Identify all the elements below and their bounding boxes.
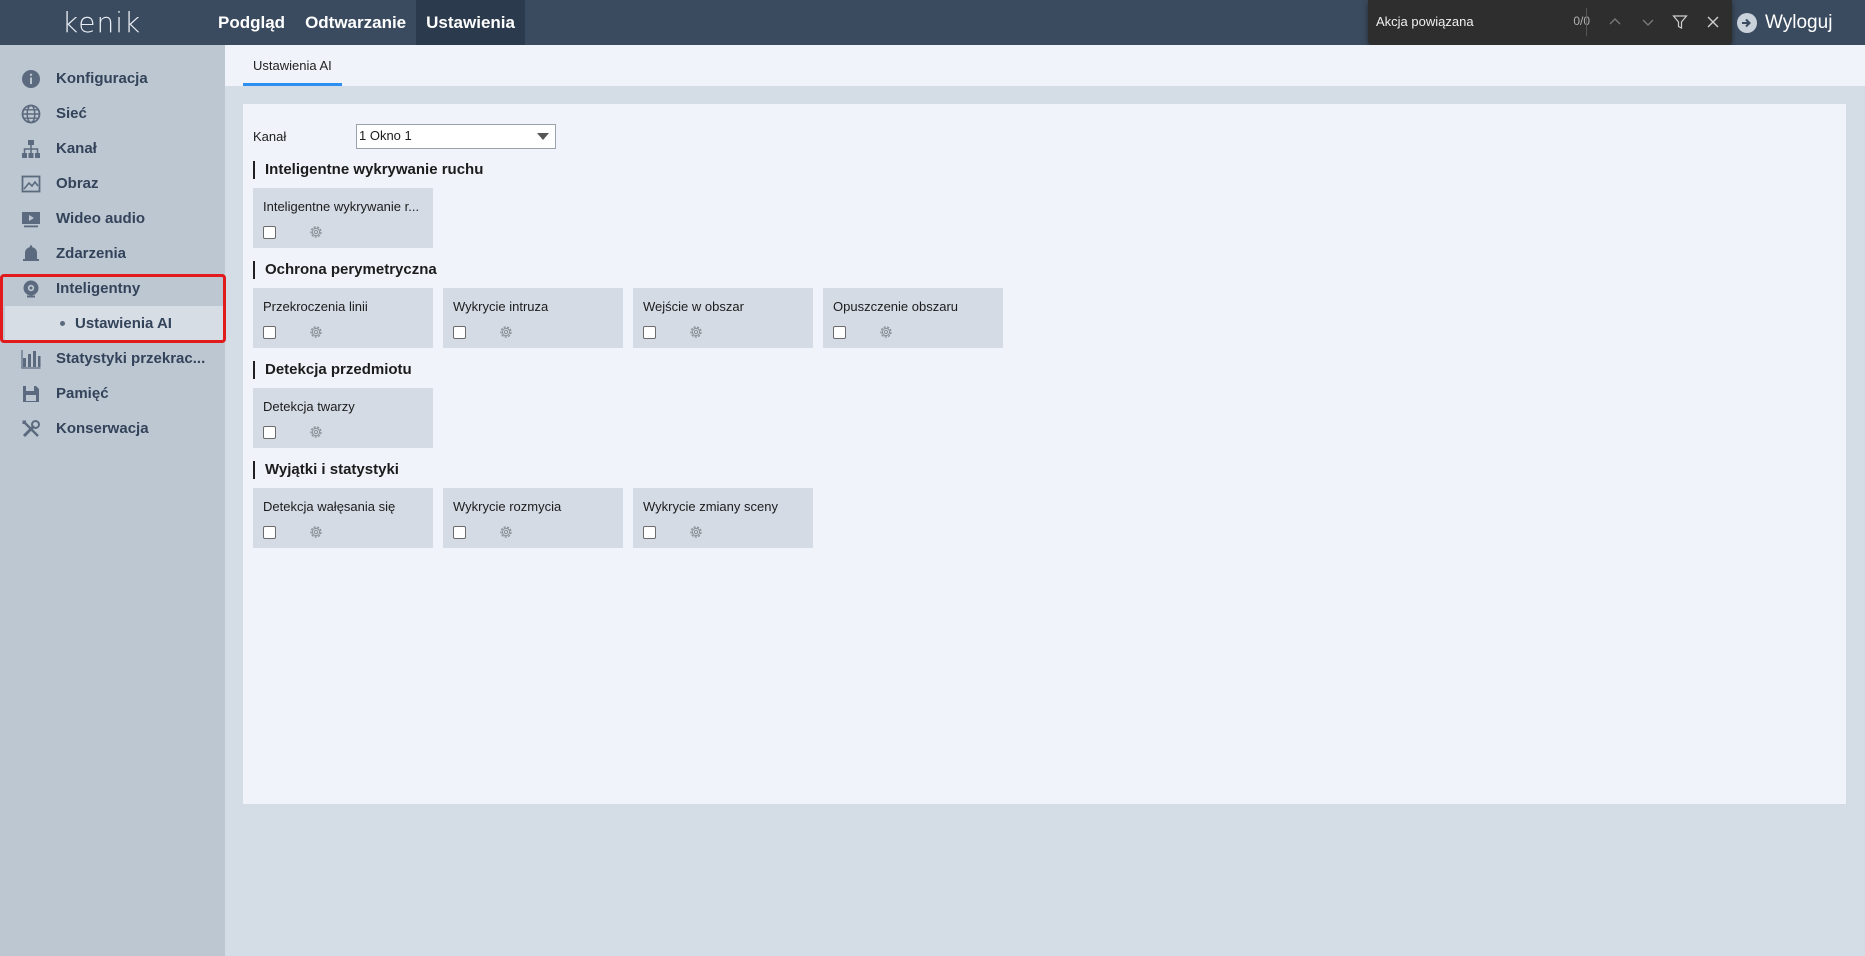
sidebar-item-label: Pamięć xyxy=(56,385,109,402)
logout-button[interactable]: Wyloguj xyxy=(1737,0,1832,45)
nav-ustawienia[interactable]: Ustawienia xyxy=(416,0,525,45)
filter-icon[interactable] xyxy=(1669,11,1691,33)
gear-icon[interactable] xyxy=(308,324,324,340)
section-title-exceptions: Wyjątki i statystyki xyxy=(253,461,399,479)
card-przekroczenia-linii: Przekroczenia linii xyxy=(253,288,433,348)
card-inteligentne-wykrywanie: Inteligentne wykrywanie r... xyxy=(253,188,433,248)
logout-label: Wyloguj xyxy=(1765,11,1833,33)
sidebar-item-konserwacja[interactable]: Konserwacja xyxy=(0,411,225,446)
gear-icon[interactable] xyxy=(878,324,894,340)
card-title: Detekcja twarzy xyxy=(263,399,355,414)
sidebar-item-statystyki[interactable]: Statystyki przekrac... xyxy=(0,341,225,376)
sidebar-item-zdarzenia[interactable]: Zdarzenia xyxy=(0,236,225,271)
highlight-box xyxy=(0,274,226,343)
kanal-select[interactable]: 1 Okno 1 xyxy=(356,124,556,149)
sidebar-item-label: Kanał xyxy=(56,140,97,157)
card-title: Wejście w obszar xyxy=(643,299,744,314)
find-previous-icon[interactable] xyxy=(1604,11,1626,33)
find-match-count: 0/0 xyxy=(1573,14,1590,28)
card-title: Przekroczenia linii xyxy=(263,299,368,314)
find-next-icon[interactable] xyxy=(1637,11,1659,33)
card-wykrycie-rozmycia: Wykrycie rozmycia xyxy=(443,488,623,548)
card-opuszczenie-obszaru: Opuszczenie obszaru xyxy=(823,288,1003,348)
section-title-perimeter: Ochrona perymetryczna xyxy=(253,261,437,279)
close-icon[interactable] xyxy=(1702,11,1724,33)
sidebar-item-label: Zdarzenia xyxy=(56,245,127,262)
nav-podglad[interactable]: Podgląd xyxy=(208,0,295,45)
tab-ustawienia-ai[interactable]: Ustawienia AI xyxy=(243,45,342,86)
enable-checkbox[interactable] xyxy=(833,326,846,339)
logo: kenik xyxy=(62,6,142,39)
card-title: Wykrycie intruza xyxy=(453,299,549,314)
enable-checkbox[interactable] xyxy=(453,526,466,539)
sidebar: Konfiguracja Sieć Kanał Obraz Wideo audi… xyxy=(0,45,225,956)
gear-icon[interactable] xyxy=(308,224,324,240)
card-title: Wykrycie zmiany sceny xyxy=(643,499,778,514)
enable-checkbox[interactable] xyxy=(263,526,276,539)
enable-checkbox[interactable] xyxy=(643,526,656,539)
enable-checkbox[interactable] xyxy=(263,326,276,339)
card-title: Inteligentne wykrywanie r... xyxy=(263,199,420,214)
tab-bar: Ustawienia AI xyxy=(225,45,1865,86)
nav-odtwarzanie[interactable]: Odtwarzanie xyxy=(295,0,416,45)
info-icon xyxy=(21,69,41,89)
sidebar-item-label: Statystyki przekrac... xyxy=(56,350,206,367)
video-icon xyxy=(21,209,41,229)
tools-icon xyxy=(21,419,41,439)
gear-icon[interactable] xyxy=(498,524,514,540)
main-nav: Podgląd Odtwarzanie Ustawienia xyxy=(208,0,525,45)
tab-active-indicator xyxy=(243,83,342,86)
card-detekcja-twarzy: Detekcja twarzy xyxy=(253,388,433,448)
bar-chart-icon xyxy=(21,349,41,369)
enable-checkbox[interactable] xyxy=(263,226,276,239)
gear-icon[interactable] xyxy=(688,524,704,540)
section-title-object: Detekcja przedmiotu xyxy=(253,361,412,379)
gear-icon[interactable] xyxy=(498,324,514,340)
bell-icon xyxy=(21,244,41,264)
sidebar-item-wideo-audio[interactable]: Wideo audio xyxy=(0,201,225,236)
card-title: Opuszczenie obszaru xyxy=(833,299,959,314)
card-title: Wykrycie rozmycia xyxy=(453,499,562,514)
card-wykrycie-intruza: Wykrycie intruza xyxy=(443,288,623,348)
find-separator xyxy=(1586,8,1587,36)
sidebar-item-label: Konserwacja xyxy=(56,420,149,437)
main-panel: Kanał 1 Okno 1 Inteligentne wykrywanie r… xyxy=(243,104,1846,804)
enable-checkbox[interactable] xyxy=(453,326,466,339)
dropdown-arrow-icon xyxy=(537,133,549,140)
sidebar-item-pamiec[interactable]: Pamięć xyxy=(0,376,225,411)
globe-icon xyxy=(21,104,41,124)
kanal-label: Kanał xyxy=(253,129,287,144)
kanal-select-value: 1 Okno 1 xyxy=(359,128,412,143)
network-tree-icon xyxy=(21,139,41,159)
card-wykrycie-zmiany-sceny: Wykrycie zmiany sceny xyxy=(633,488,813,548)
card-title: Detekcja wałęsania się xyxy=(263,499,396,514)
enable-checkbox[interactable] xyxy=(643,326,656,339)
logout-arrow-icon xyxy=(1737,12,1757,33)
sidebar-item-kanal[interactable]: Kanał xyxy=(0,131,225,166)
sidebar-item-obraz[interactable]: Obraz xyxy=(0,166,225,201)
enable-checkbox[interactable] xyxy=(263,426,276,439)
sidebar-item-siec[interactable]: Sieć xyxy=(0,96,225,131)
sidebar-item-label: Wideo audio xyxy=(56,210,146,227)
image-icon xyxy=(21,174,41,194)
save-icon xyxy=(21,384,41,404)
sidebar-item-konfiguracja[interactable]: Konfiguracja xyxy=(0,61,225,96)
gear-icon[interactable] xyxy=(308,424,324,440)
sidebar-item-label: Konfiguracja xyxy=(56,70,148,87)
find-bar: 0/0 xyxy=(1368,0,1732,46)
sidebar-item-label: Obraz xyxy=(56,175,99,192)
gear-icon[interactable] xyxy=(308,524,324,540)
find-input[interactable] xyxy=(1376,9,1576,33)
section-title-motion: Inteligentne wykrywanie ruchu xyxy=(253,161,483,179)
sidebar-item-label: Sieć xyxy=(56,105,87,122)
gear-icon[interactable] xyxy=(688,324,704,340)
card-detekcja-walesania: Detekcja wałęsania się xyxy=(253,488,433,548)
card-wejscie-w-obszar: Wejście w obszar xyxy=(633,288,813,348)
